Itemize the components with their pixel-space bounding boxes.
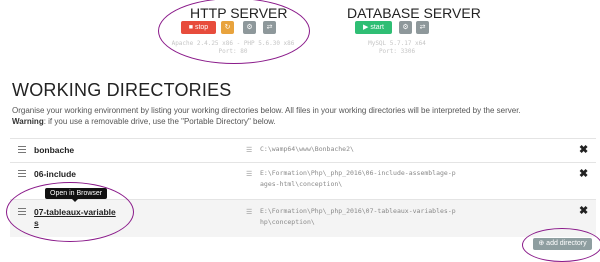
directory-name[interactable]: 06-include: [34, 169, 76, 179]
directory-path: E:\Formation\Php\_php_2016\07-tableaux-v…: [260, 206, 456, 228]
db-switch-button[interactable]: ⇄: [416, 21, 429, 34]
list-icon: ☰: [246, 171, 253, 178]
directory-path-line: hp\conception\: [260, 218, 315, 226]
start-label: start: [370, 24, 384, 31]
db-server-port: Port: 3306: [378, 48, 416, 55]
db-start-button[interactable]: ▶ start: [355, 21, 392, 34]
directory-row: bonbache ☰ C:\wamp64\www\Bonbache2\ ✖: [10, 138, 596, 161]
warning-label: Warning: [12, 117, 44, 126]
removable-drive-warning: Warning: if you use a removable drive, u…: [12, 117, 276, 126]
hamburger-icon[interactable]: [18, 146, 26, 154]
directory-path-line: ages-html\conception\: [260, 180, 343, 188]
db-server-version: MySQL 5.7.17 x64: [368, 40, 426, 47]
directory-path: C:\wamp64\www\Bonbache2\: [260, 144, 354, 155]
directory-path-line: C:\wamp64\www\Bonbache2\: [260, 145, 354, 153]
directory-annotation-oval: [6, 182, 134, 242]
play-icon: ▶: [363, 24, 369, 31]
close-icon[interactable]: ✖: [579, 143, 588, 156]
http-server-annotation-oval: [158, 0, 310, 64]
directory-path: E:\Formation\Php\_php_2016\06-include-as…: [260, 168, 456, 190]
working-directories-heading: WORKING DIRECTORIES: [12, 80, 232, 100]
directory-path-line: E:\Formation\Php\_php_2016\07-tableaux-v…: [260, 207, 456, 215]
directory-path-line: E:\Formation\Php\_php_2016\06-include-as…: [260, 169, 456, 177]
hamburger-icon[interactable]: [18, 170, 26, 178]
db-settings-button[interactable]: ⚙: [399, 21, 412, 34]
close-icon[interactable]: ✖: [579, 167, 588, 180]
database-server-title: DATABASE SERVER: [347, 5, 481, 21]
close-icon[interactable]: ✖: [579, 204, 588, 217]
swap-arrows-icon: ⇄: [419, 24, 426, 31]
add-directory-annotation-oval: [522, 228, 600, 262]
list-icon: ☰: [246, 209, 253, 216]
gear-icon: ⚙: [402, 24, 409, 31]
directory-name[interactable]: bonbache: [34, 145, 74, 155]
working-directories-description: Organise your working environment by lis…: [12, 106, 521, 115]
list-icon: ☰: [246, 147, 253, 154]
warning-text: : if you use a removable drive, use the …: [43, 117, 276, 126]
